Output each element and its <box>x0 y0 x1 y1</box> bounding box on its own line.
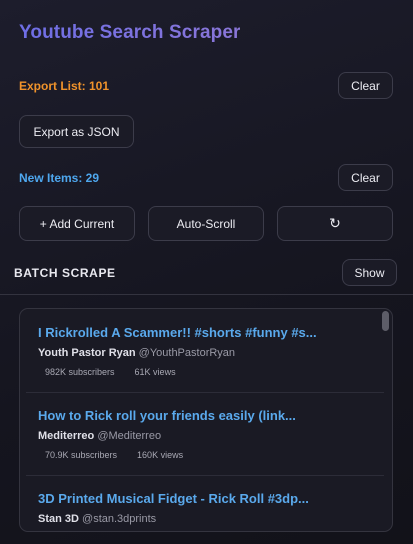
video-stats: 982K subscribers 61K views <box>45 367 176 377</box>
clear-export-button[interactable]: Clear <box>338 72 393 99</box>
section-divider <box>0 294 413 295</box>
channel-info: Stan 3D @stan.3dprints <box>38 513 156 525</box>
channel-name: Mediterreo <box>38 430 95 442</box>
export-list-count: Export List: 101 <box>19 79 110 93</box>
channel-name: Stan 3D <box>38 513 79 525</box>
app-title: Youtube Search Scraper <box>19 22 241 43</box>
new-items-count: New Items: 29 <box>19 171 100 185</box>
subscriber-count: 982K subscribers <box>45 367 115 377</box>
clear-new-items-button[interactable]: Clear <box>338 164 393 191</box>
refresh-icon: ↻ <box>329 215 341 231</box>
list-item[interactable]: I Rickrolled A Scammer!! #shorts #funny … <box>20 309 384 392</box>
view-count: 61K views <box>134 367 176 377</box>
show-batch-button[interactable]: Show <box>342 259 397 286</box>
list-item[interactable]: How to Rick roll your friends easily (li… <box>20 392 384 475</box>
channel-info: Youth Pastor Ryan @YouthPastorRyan <box>38 347 235 359</box>
channel-info: Mediterreo @Mediterreo <box>38 430 161 442</box>
channel-name: Youth Pastor Ryan <box>38 347 136 359</box>
channel-handle: @stan.3dprints <box>82 513 157 525</box>
video-title-link[interactable]: How to Rick roll your friends easily (li… <box>38 408 296 423</box>
export-json-button[interactable]: Export as JSON <box>19 115 134 148</box>
add-current-button[interactable]: + Add Current <box>19 206 135 241</box>
video-title-link[interactable]: I Rickrolled A Scammer!! #shorts #funny … <box>38 325 317 340</box>
refresh-button[interactable]: ↻ <box>277 206 393 241</box>
view-count: 160K views <box>137 450 184 460</box>
channel-handle: @Mediterreo <box>97 430 162 442</box>
subscriber-count: 70.9K subscribers <box>45 450 118 460</box>
results-list[interactable]: I Rickrolled A Scammer!! #shorts #funny … <box>19 308 393 532</box>
channel-handle: @YouthPastorRyan <box>138 347 236 359</box>
video-stats: 70.9K subscribers 160K views <box>45 450 183 460</box>
batch-scrape-heading: BATCH SCRAPE <box>14 266 116 280</box>
video-title-link[interactable]: 3D Printed Musical Fidget - Rick Roll #3… <box>38 491 309 506</box>
auto-scroll-button[interactable]: Auto-Scroll <box>148 206 264 241</box>
list-item[interactable]: 3D Printed Musical Fidget - Rick Roll #3… <box>20 475 384 531</box>
